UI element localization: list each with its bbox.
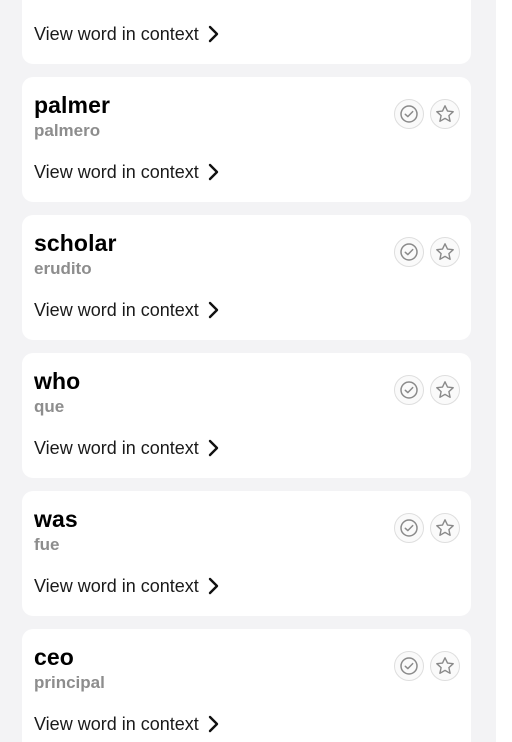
word-text: who xyxy=(34,368,81,394)
view-in-context-link[interactable]: View word in context xyxy=(34,713,219,735)
mark-known-button[interactable] xyxy=(394,375,424,405)
view-in-context-label: View word in context xyxy=(34,162,199,182)
view-in-context-link[interactable]: View word in context xyxy=(34,299,219,321)
view-in-context-label: View word in context xyxy=(34,438,199,458)
mark-known-button[interactable] xyxy=(394,99,424,129)
check-circle-icon xyxy=(400,381,418,399)
translation-text: fue xyxy=(34,535,60,554)
check-circle-icon xyxy=(400,519,418,537)
vocabulary-page: View word in context palmer palmero View… xyxy=(0,0,512,742)
check-circle-icon xyxy=(400,105,418,123)
word-text: was xyxy=(34,506,78,532)
chevron-right-icon xyxy=(208,25,218,43)
check-circle-icon xyxy=(400,657,418,675)
chevron-right-icon xyxy=(208,301,218,319)
view-in-context-label: View word in context xyxy=(34,714,199,734)
mark-known-button[interactable] xyxy=(394,651,424,681)
translation-text: principal xyxy=(34,673,105,692)
chevron-right-icon xyxy=(208,163,218,181)
check-circle-icon xyxy=(400,243,418,261)
scrollbar-track[interactable] xyxy=(496,0,512,742)
card-actions xyxy=(394,651,460,681)
star-icon xyxy=(436,105,454,122)
view-in-context-label: View word in context xyxy=(34,24,199,44)
chevron-right-icon xyxy=(208,577,218,595)
word-text: ceo xyxy=(34,644,74,670)
favorite-button[interactable] xyxy=(430,99,460,129)
translation-text: erudito xyxy=(34,259,92,278)
word-card: palmer palmero View word in context xyxy=(22,77,471,202)
star-icon xyxy=(436,657,454,674)
view-in-context-label: View word in context xyxy=(34,300,199,320)
view-in-context-link[interactable]: View word in context xyxy=(34,575,219,597)
view-in-context-link[interactable]: View word in context xyxy=(34,23,219,45)
chevron-right-icon xyxy=(208,439,218,457)
word-list: View word in context palmer palmero View… xyxy=(22,0,471,742)
card-actions xyxy=(394,237,460,267)
mark-known-button[interactable] xyxy=(394,237,424,267)
word-text: palmer xyxy=(34,92,111,118)
card-actions xyxy=(394,375,460,405)
favorite-button[interactable] xyxy=(430,237,460,267)
star-icon xyxy=(436,243,454,260)
word-card: ceo principal View word in context xyxy=(22,629,471,742)
view-in-context-link[interactable]: View word in context xyxy=(34,161,219,183)
translation-text: palmero xyxy=(34,121,101,140)
word-card: View word in context xyxy=(22,0,471,64)
star-icon xyxy=(436,381,454,398)
translation-text: que xyxy=(34,397,65,416)
mark-known-button[interactable] xyxy=(394,513,424,543)
view-in-context-label: View word in context xyxy=(34,576,199,596)
chevron-right-icon xyxy=(208,715,218,733)
word-card: who que View word in context xyxy=(22,353,471,478)
star-icon xyxy=(436,519,454,536)
favorite-button[interactable] xyxy=(430,513,460,543)
word-card: scholar erudito View word in context xyxy=(22,215,471,340)
card-actions xyxy=(394,99,460,129)
view-in-context-link[interactable]: View word in context xyxy=(34,437,219,459)
favorite-button[interactable] xyxy=(430,375,460,405)
word-card: was fue View word in context xyxy=(22,491,471,616)
word-text: scholar xyxy=(34,230,117,256)
card-actions xyxy=(394,513,460,543)
favorite-button[interactable] xyxy=(430,651,460,681)
